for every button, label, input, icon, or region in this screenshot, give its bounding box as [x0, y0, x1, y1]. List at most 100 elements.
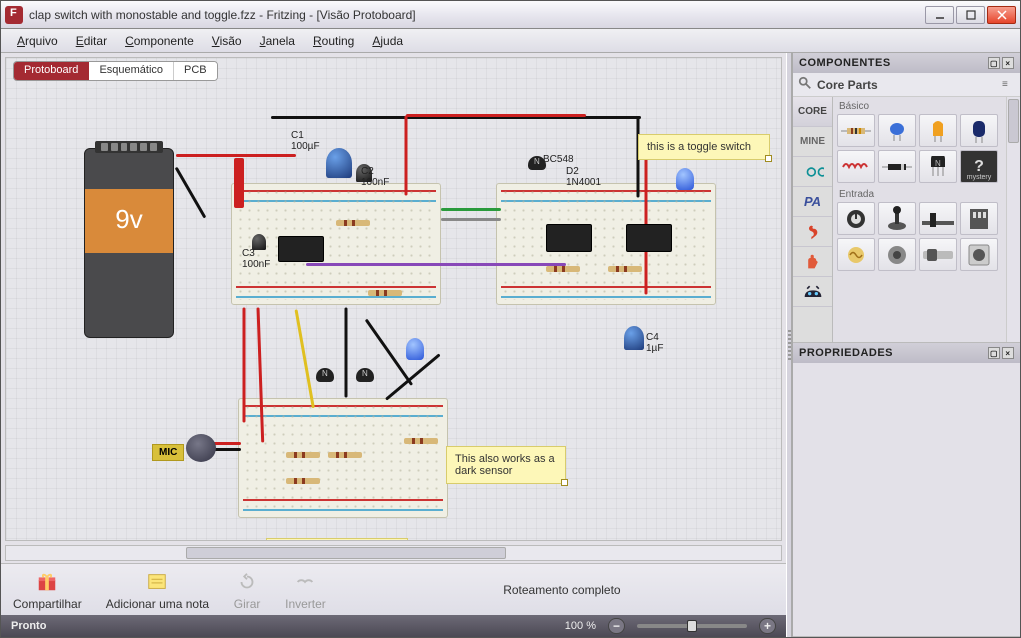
part-diode[interactable] — [878, 150, 916, 183]
part-slider[interactable] — [919, 202, 957, 235]
note-resize-handle[interactable] — [561, 479, 568, 486]
resistor[interactable] — [546, 266, 580, 272]
parts-tab-sparkfun[interactable] — [793, 217, 832, 247]
tab-pcb[interactable]: PCB — [174, 62, 217, 80]
tab-protoboard[interactable]: Protoboard — [14, 62, 89, 80]
menu-visao[interactable]: Visão — [204, 31, 250, 51]
horizontal-scrollbar[interactable] — [5, 545, 782, 561]
part-electrolytic-cap[interactable] — [960, 114, 998, 147]
panel-menu-icon[interactable]: ≡ — [1002, 79, 1020, 90]
parts-category-tabs: CORE MINE PA — [793, 97, 833, 342]
minimize-button[interactable] — [925, 6, 954, 24]
add-note-label: Adicionar uma nota — [106, 597, 209, 611]
search-icon[interactable] — [793, 76, 817, 93]
components-panel-header[interactable]: COMPONENTES ▢ × — [793, 53, 1020, 73]
resistor[interactable] — [368, 290, 402, 296]
menu-componente[interactable]: Componente — [117, 31, 202, 51]
zoom-slider[interactable] — [637, 624, 747, 628]
capacitor-c4[interactable] — [624, 326, 644, 350]
zoom-in-button[interactable]: + — [759, 618, 776, 634]
menu-routing[interactable]: Routing — [305, 31, 362, 51]
part-tantalum-cap[interactable] — [919, 114, 957, 147]
resistor[interactable] — [286, 452, 320, 458]
panel-undock-icon[interactable]: ▢ — [988, 347, 1000, 359]
note-make-modules[interactable]: Make these three modules separately and … — [266, 538, 408, 541]
part-toggle-switch[interactable] — [919, 238, 957, 271]
mic-label: MIC — [152, 444, 184, 461]
breadboard-top-right[interactable] — [496, 183, 716, 305]
app-icon — [5, 6, 23, 24]
label-bc548: BC548 — [543, 154, 574, 165]
resistor[interactable] — [328, 452, 362, 458]
note-toggle[interactable]: this is a toggle switch — [638, 134, 770, 160]
battery-9v[interactable]: 9v — [84, 148, 174, 338]
led-top-right[interactable] — [676, 168, 694, 190]
part-joystick[interactable] — [878, 202, 916, 235]
vscroll-thumb[interactable] — [1008, 99, 1019, 143]
panel-close-icon[interactable]: × — [1002, 347, 1014, 359]
note-dark-sensor[interactable]: This also works as a dark sensor — [446, 446, 566, 484]
transistor-bottom-b[interactable] — [356, 368, 374, 382]
part-transistor[interactable]: N — [919, 150, 957, 183]
ic-555-left[interactable] — [278, 236, 324, 262]
part-resistor[interactable] — [837, 114, 875, 147]
resistor[interactable] — [404, 438, 438, 444]
ic-555-right-a[interactable] — [546, 224, 592, 252]
resistor[interactable] — [336, 220, 370, 226]
part-potentiometer[interactable] — [837, 202, 875, 235]
menu-ajuda[interactable]: Ajuda — [364, 31, 411, 51]
view-tabs: Protoboard Esquemático PCB — [13, 61, 218, 81]
parts-tab-contrib[interactable] — [793, 277, 832, 307]
properties-panel: PROPRIEDADES ▢ × — [793, 343, 1020, 637]
breadboard-canvas[interactable]: 9v — [5, 57, 782, 541]
tab-esquematico[interactable]: Esquemático — [89, 62, 174, 80]
parts-tab-mine[interactable]: MINE — [793, 127, 832, 157]
ic-555-right-b[interactable] — [626, 224, 672, 252]
flip-icon — [291, 569, 319, 595]
transistor-bottom-a[interactable] — [316, 368, 334, 382]
zoom-out-button[interactable]: − — [608, 618, 625, 634]
parts-tab-arduino[interactable] — [793, 157, 832, 187]
menu-arquivo[interactable]: AArquivorquivo — [9, 31, 66, 51]
part-photoresistor[interactable] — [837, 238, 875, 271]
part-pushbutton[interactable] — [960, 238, 998, 271]
mystery-label: mystery — [961, 174, 997, 181]
parts-tab-parallax[interactable]: PA — [793, 187, 832, 217]
zoom-handle[interactable] — [687, 620, 697, 632]
flip-button[interactable]: Inverter — [285, 569, 326, 611]
panel-undock-icon[interactable]: ▢ — [988, 57, 1000, 69]
breadboard-bottom[interactable] — [238, 398, 448, 518]
flip-label: Inverter — [285, 597, 326, 611]
panel-close-icon[interactable]: × — [1002, 57, 1014, 69]
titlebar: clap switch with monostable and toggle.f… — [1, 1, 1020, 29]
properties-panel-header[interactable]: PROPRIEDADES ▢ × — [793, 343, 1020, 363]
part-inductor[interactable] — [837, 150, 875, 183]
part-ceramic-cap[interactable] — [878, 114, 916, 147]
maximize-button[interactable] — [956, 6, 985, 24]
menu-editar[interactable]: Editar — [68, 31, 115, 51]
microphone[interactable] — [186, 434, 216, 462]
part-encoder[interactable] — [878, 238, 916, 271]
part-dip-switch[interactable] — [960, 202, 998, 235]
rotate-label: Girar — [234, 597, 261, 611]
routing-status: Roteamento completo — [350, 583, 774, 597]
parts-tab-snootlab[interactable] — [793, 247, 832, 277]
share-label: Compartilhar — [13, 597, 82, 611]
parts-vertical-scrollbar[interactable] — [1006, 97, 1020, 342]
part-mystery[interactable]: ?mystery — [960, 150, 998, 183]
note-resize-handle[interactable] — [765, 155, 772, 162]
menu-janela[interactable]: Janela — [252, 31, 303, 51]
resistor[interactable] — [286, 478, 320, 484]
rotate-button[interactable]: Girar — [233, 569, 261, 611]
add-note-button[interactable]: Adicionar uma nota — [106, 569, 209, 611]
properties-title: PROPRIEDADES — [799, 347, 893, 359]
hscroll-thumb[interactable] — [186, 547, 506, 559]
close-button[interactable] — [987, 6, 1016, 24]
right-sidebar: COMPONENTES ▢ × Core Parts ≡ CORE MINE — [792, 53, 1020, 637]
window-buttons — [925, 6, 1016, 24]
share-button[interactable]: Compartilhar — [13, 569, 82, 611]
resistor[interactable] — [608, 266, 642, 272]
capacitor-c1[interactable] — [326, 148, 352, 178]
led-center[interactable] — [406, 338, 424, 360]
parts-tab-core[interactable]: CORE — [793, 97, 832, 127]
